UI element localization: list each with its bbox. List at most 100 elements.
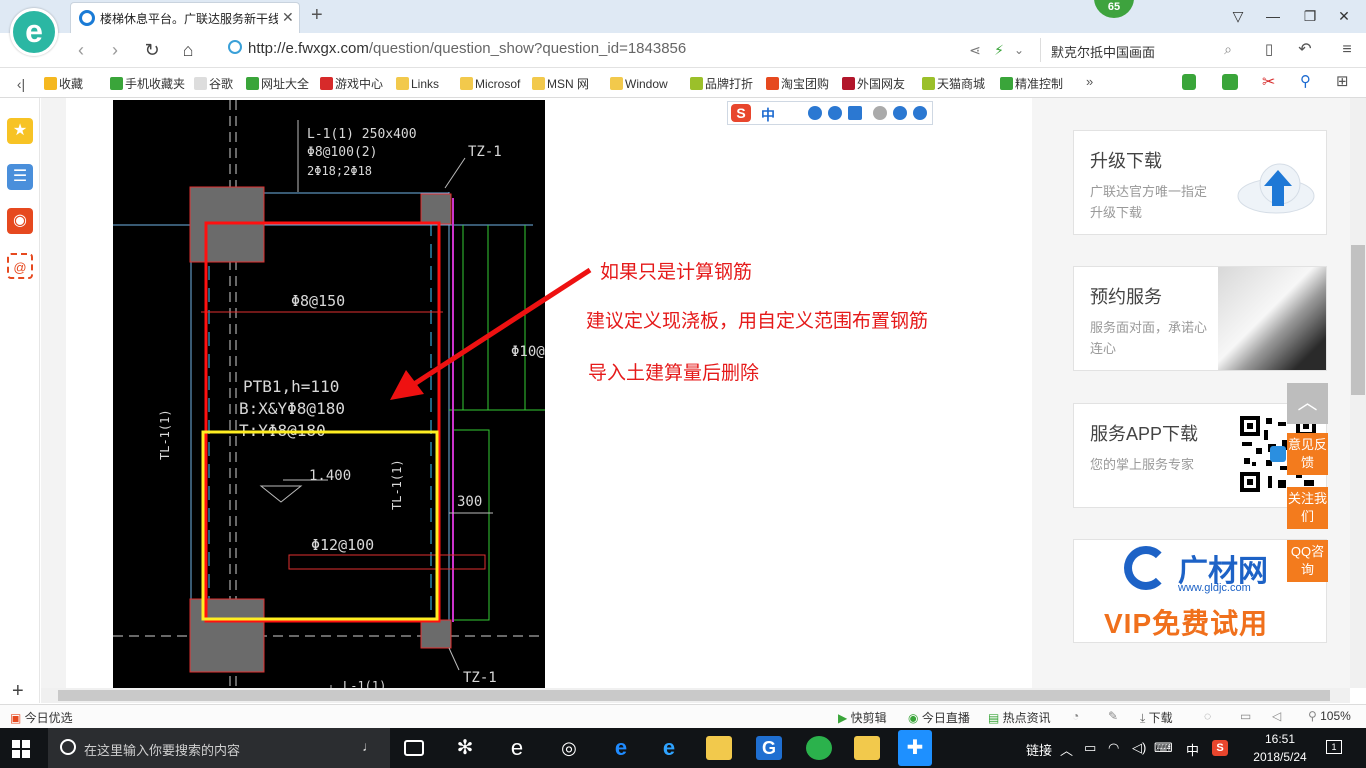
user-icon[interactable] bbox=[873, 106, 887, 120]
bookmark-item[interactable]: 游戏中心 bbox=[320, 76, 383, 92]
chrome-taskbar-icon[interactable]: ◎ bbox=[556, 736, 582, 760]
bookmark-item[interactable]: Links bbox=[396, 76, 439, 92]
feedback-button[interactable]: 意见反馈 bbox=[1287, 433, 1328, 475]
home-icon[interactable]: ⌂ bbox=[175, 37, 201, 63]
bookmark-item[interactable]: 淘宝团购 bbox=[766, 76, 829, 92]
cad-dimension: 300 bbox=[457, 494, 482, 510]
battery-icon[interactable]: ▭ bbox=[1084, 740, 1096, 756]
sogou-icon[interactable]: S bbox=[731, 104, 751, 122]
restore-button[interactable]: ❐ bbox=[1300, 6, 1320, 26]
favorites-icon[interactable]: ★ bbox=[7, 118, 33, 144]
vertical-scroll-thumb[interactable] bbox=[1351, 245, 1365, 395]
qq-consult-button[interactable]: QQ咨询 bbox=[1287, 540, 1328, 582]
action-center-icon[interactable]: 1 bbox=[1326, 740, 1342, 754]
browser-logo-icon[interactable]: e bbox=[10, 8, 58, 56]
bookmark-icon bbox=[320, 77, 333, 90]
active-app-taskbar-icon[interactable]: ✚ bbox=[898, 730, 932, 766]
keyboard-tray-icon[interactable]: ⌨ bbox=[1154, 740, 1173, 756]
speed-status-icon[interactable]: ◔ bbox=[1072, 709, 1079, 723]
edge-taskbar-icon[interactable]: e bbox=[608, 736, 634, 760]
sogou-tray-icon[interactable]: S bbox=[1212, 740, 1228, 756]
emoji-icon[interactable] bbox=[808, 106, 822, 120]
taskbar-search[interactable]: 在这里输入你要搜索的内容 ♩ bbox=[48, 728, 390, 768]
horizontal-scroll-thumb[interactable] bbox=[58, 690, 1330, 701]
ime-mode[interactable]: 中 bbox=[761, 105, 775, 125]
tray-clock[interactable]: 16:51 2018/5/24 bbox=[1245, 730, 1315, 766]
status-item-label: 热点资讯 bbox=[1002, 711, 1051, 725]
wifi-icon[interactable]: ◠ bbox=[1108, 740, 1119, 756]
bookmark-item[interactable]: MSN 网 bbox=[532, 76, 589, 92]
status-item-news[interactable]: ▤ 热点资讯 bbox=[988, 709, 1051, 726]
phone-icon[interactable]: ▯ bbox=[1256, 37, 1282, 63]
bookmark-item[interactable]: 精准控制 bbox=[1000, 76, 1063, 92]
skin-icon[interactable]: ▽ bbox=[1228, 6, 1248, 26]
bookmark-item[interactable]: 网址大全 bbox=[246, 76, 309, 92]
shield-icon[interactable] bbox=[1182, 74, 1196, 90]
tray-link[interactable]: 链接 bbox=[1026, 740, 1052, 759]
microphone-icon[interactable]: ♩ bbox=[362, 738, 376, 754]
bookmark-item[interactable]: 天猫商城 bbox=[922, 76, 985, 92]
fan-app-icon[interactable]: ✻ bbox=[452, 736, 478, 760]
ime-toolbar[interactable]: S 中 bbox=[727, 101, 933, 125]
new-tab-button[interactable]: + bbox=[311, 4, 323, 27]
bookmark-item[interactable]: Window bbox=[610, 76, 668, 92]
add-sidebar-button[interactable]: + bbox=[12, 680, 24, 703]
translate-icon[interactable] bbox=[1222, 74, 1238, 90]
tray-ime[interactable]: 中 bbox=[1186, 740, 1199, 759]
apps-icon[interactable]: ⊞ bbox=[1336, 72, 1349, 90]
close-tab-icon[interactable]: ✕ bbox=[282, 9, 294, 26]
browser-taskbar-icon[interactable]: e bbox=[504, 736, 530, 760]
zoom-level[interactable]: ⚲ 105% bbox=[1308, 709, 1351, 723]
task-view-icon[interactable] bbox=[404, 740, 424, 756]
scissors-icon[interactable]: ✂ bbox=[1262, 72, 1275, 92]
mic-icon[interactable] bbox=[828, 106, 842, 120]
back-icon[interactable]: ‹ bbox=[68, 37, 94, 63]
close-window-button[interactable]: ✕ bbox=[1334, 6, 1354, 26]
bookmark-item[interactable]: Microsof bbox=[460, 76, 520, 92]
back-to-top-button[interactable]: ︿ bbox=[1287, 383, 1328, 424]
magnifier-icon[interactable]: ⚲ bbox=[1300, 72, 1311, 90]
pin-icon[interactable]: ✎ bbox=[1108, 709, 1118, 723]
360-taskbar-icon[interactable] bbox=[806, 736, 832, 760]
bookmark-item[interactable]: 手机收藏夹 bbox=[110, 76, 185, 92]
tray-expand-icon[interactable]: ︿ bbox=[1060, 740, 1073, 759]
clean-icon[interactable]: ◌ bbox=[1204, 709, 1211, 723]
daily-picks-link[interactable]: ▣ 今日优选 bbox=[10, 709, 73, 726]
bookmark-item[interactable]: 谷歌 bbox=[194, 76, 233, 92]
mail-icon[interactable]: @ bbox=[7, 253, 33, 279]
bookmark-icon bbox=[246, 77, 259, 90]
chevron-down-icon[interactable]: ⌄ bbox=[1006, 37, 1032, 63]
status-item-download[interactable]: ⤓ 下载 bbox=[1140, 709, 1173, 726]
bookmark-item[interactable]: 品牌打折 bbox=[690, 76, 753, 92]
volume-icon[interactable]: ◁) bbox=[1132, 740, 1146, 756]
refresh-icon[interactable]: ↻ bbox=[139, 37, 165, 63]
sidebar-toggle-icon[interactable]: ‹| bbox=[8, 71, 34, 97]
follow-us-button[interactable]: 关注我们 bbox=[1287, 487, 1328, 529]
reader-icon[interactable]: ☰ bbox=[7, 164, 33, 190]
notes-taskbar-icon[interactable] bbox=[854, 736, 880, 760]
mute-icon[interactable]: ◁ bbox=[1272, 709, 1281, 723]
undo-icon[interactable]: ↶ bbox=[1292, 37, 1318, 63]
ie-taskbar-icon[interactable]: e bbox=[656, 736, 682, 760]
menu-icon[interactable]: ≡ bbox=[1334, 37, 1360, 63]
skin-shirt-icon[interactable] bbox=[893, 106, 907, 120]
forward-icon[interactable]: › bbox=[102, 37, 128, 63]
windows-start-icon[interactable] bbox=[12, 740, 30, 758]
wrench-icon[interactable] bbox=[913, 106, 927, 120]
status-item-clip[interactable]: ▶ 快剪辑 bbox=[838, 709, 887, 726]
status-item-live[interactable]: ◉ 今日直播 bbox=[908, 709, 970, 726]
more-bookmarks-icon[interactable]: » bbox=[1086, 74, 1093, 89]
window-icon[interactable]: ▭ bbox=[1240, 709, 1251, 723]
search-icon[interactable]: ⌕ bbox=[1224, 41, 1232, 58]
minimize-button[interactable]: — bbox=[1263, 6, 1283, 26]
search-box[interactable]: 默克尔抵中国画面 ⌕ bbox=[1040, 38, 1240, 62]
share-icon[interactable]: ⋖ bbox=[962, 37, 988, 63]
keyboard-icon[interactable] bbox=[848, 106, 862, 120]
bookmark-item[interactable]: 外国网友 bbox=[842, 76, 905, 92]
explorer-taskbar-icon[interactable] bbox=[706, 736, 732, 760]
weibo-icon[interactable]: ◉ bbox=[7, 208, 33, 234]
glodon-taskbar-icon[interactable]: G bbox=[756, 736, 782, 760]
tab-active[interactable]: 楼梯休息平台。广联达服务新干线 ✕ bbox=[70, 2, 300, 33]
bookmark-item[interactable]: 收藏 bbox=[44, 76, 83, 92]
address-bar[interactable]: http://e.fwxgx.com/question/question_sho… bbox=[228, 40, 958, 60]
